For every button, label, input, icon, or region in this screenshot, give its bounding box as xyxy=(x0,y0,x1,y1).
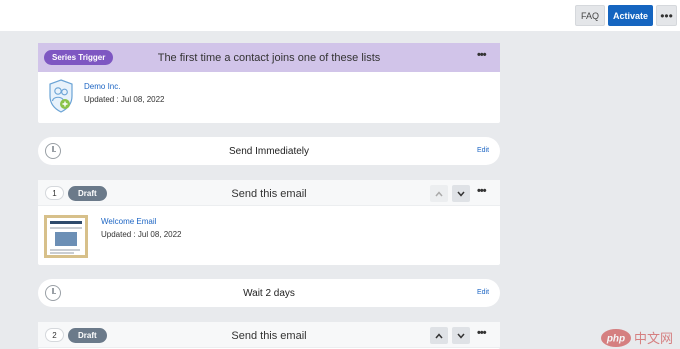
chevron-up-icon xyxy=(435,332,443,338)
email-step-header: 2 Draft Send this email ••• xyxy=(38,322,500,348)
trigger-header: Series Trigger The first time a contact … xyxy=(38,43,500,72)
move-down-button[interactable] xyxy=(452,185,470,202)
wait-step-label: Send Immediately xyxy=(228,145,310,157)
email-step-header: 1 Draft Send this email ••• xyxy=(38,180,500,206)
email-step-more-button[interactable]: ••• xyxy=(477,185,487,197)
chevron-up-icon xyxy=(435,190,443,196)
chevron-down-icon xyxy=(457,191,465,197)
email-name-link[interactable]: Welcome Email xyxy=(101,217,156,226)
more-options-button[interactable]: ••• xyxy=(656,5,677,26)
trigger-title: The first time a contact joins one of th… xyxy=(157,51,381,64)
wait-step-label: Wait 2 days xyxy=(243,287,295,299)
move-down-button[interactable] xyxy=(452,327,470,344)
edit-wait-link[interactable]: Edit xyxy=(477,147,489,154)
email-step-card: 2 Draft Send this email ••• xyxy=(38,322,500,349)
svg-text:中文网: 中文网 xyxy=(634,332,673,347)
list-name-link[interactable]: Demo Inc. xyxy=(84,82,120,91)
chevron-down-icon xyxy=(457,333,465,339)
move-up-button[interactable] xyxy=(430,327,448,344)
move-up-button[interactable] xyxy=(430,185,448,202)
trigger-more-button[interactable]: ••• xyxy=(477,49,487,61)
top-bar: FAQ Activate ••• xyxy=(0,0,680,31)
watermark-logo: php 中文网 xyxy=(600,327,680,349)
email-updated-date: Updated : Jul 08, 2022 xyxy=(101,230,182,239)
activate-button[interactable]: Activate xyxy=(608,5,653,26)
series-trigger-card: Series Trigger The first time a contact … xyxy=(38,43,500,123)
contacts-icon xyxy=(48,79,74,113)
email-thumbnail[interactable] xyxy=(44,215,88,258)
faq-button[interactable]: FAQ xyxy=(575,5,605,26)
email-step-card: 1 Draft Send this email ••• Welcome Emai… xyxy=(38,180,500,265)
list-updated-date: Updated : Jul 08, 2022 xyxy=(84,95,165,104)
email-step-more-button[interactable]: ••• xyxy=(477,327,487,339)
wait-step-2-days: Wait 2 days Edit xyxy=(38,279,500,307)
edit-wait-link[interactable]: Edit xyxy=(477,289,489,296)
wait-step-send-immediately: Send Immediately Edit xyxy=(38,137,500,165)
svg-text:php: php xyxy=(606,334,625,345)
